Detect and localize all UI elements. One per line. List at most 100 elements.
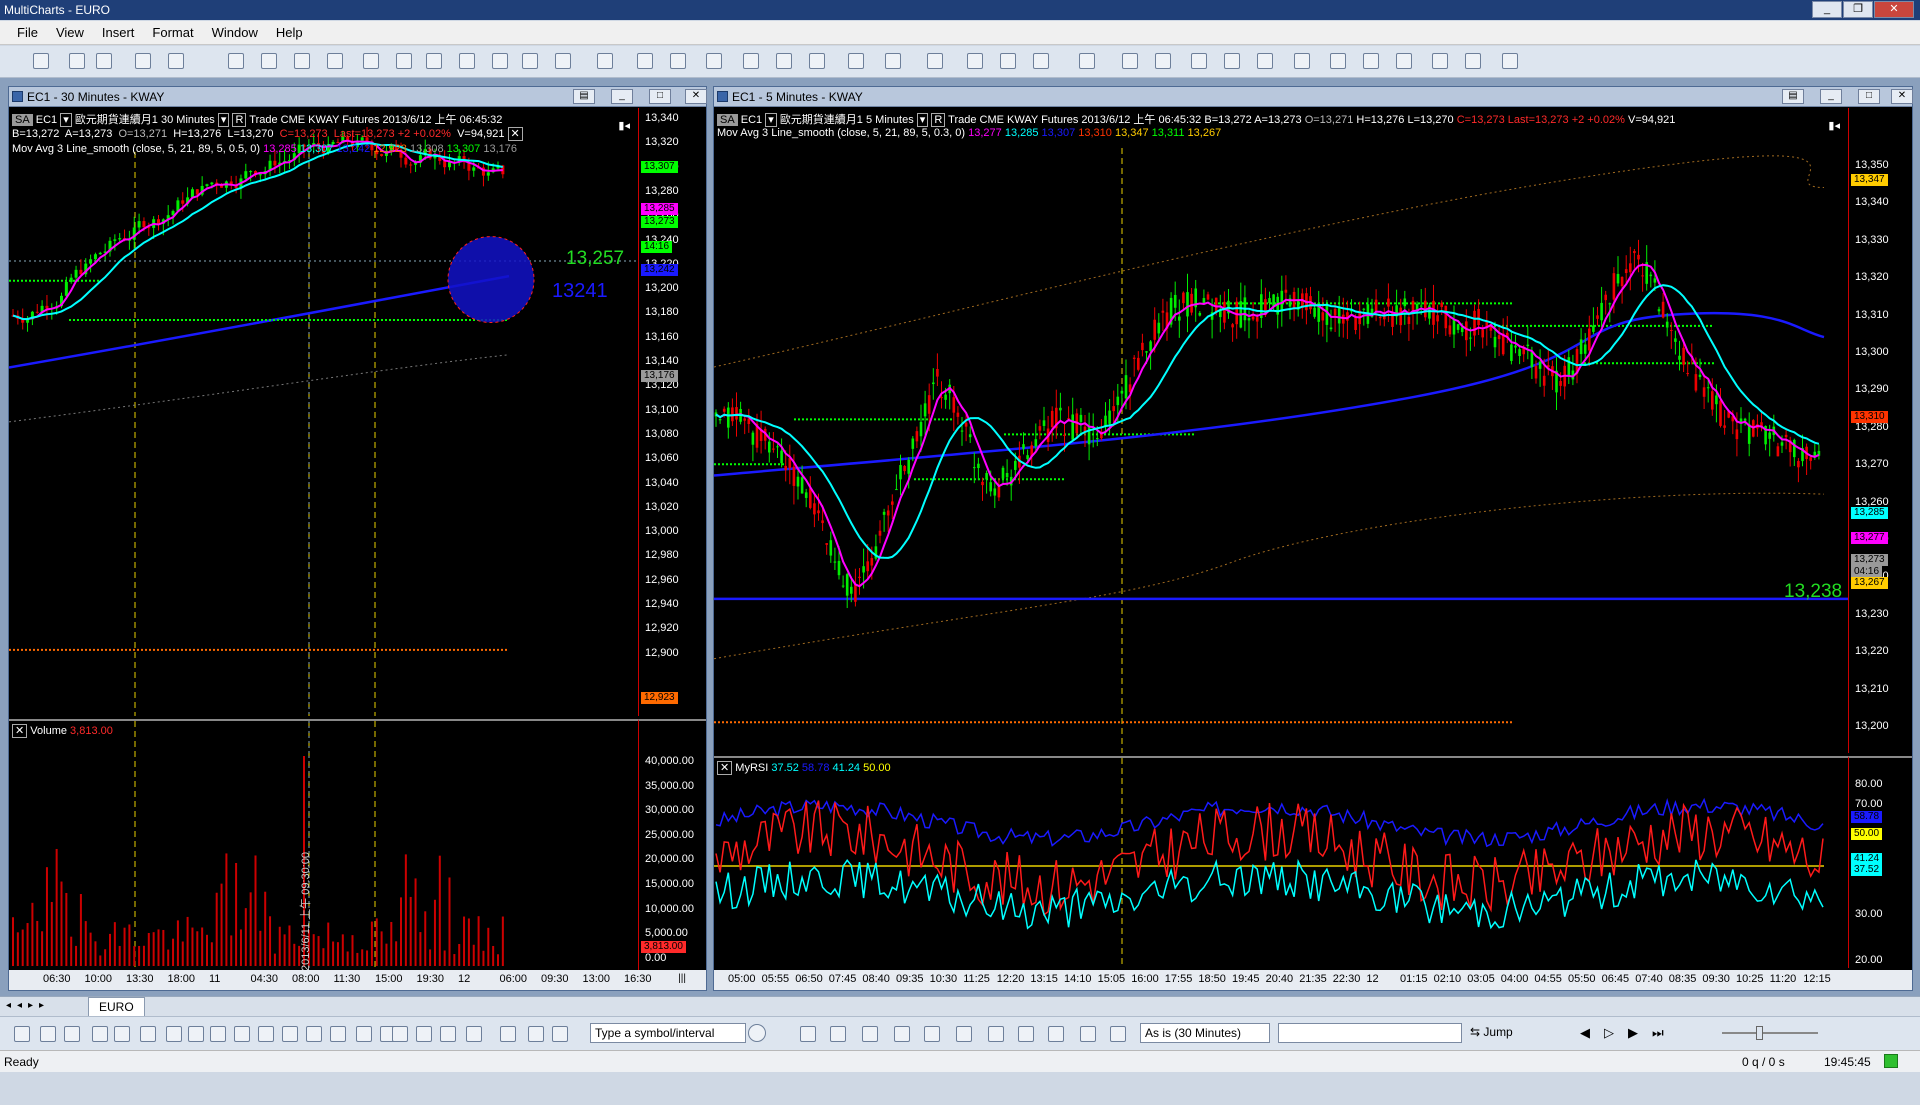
link-icon[interactable]: [1432, 53, 1449, 69]
drawing-tool-icon[interactable]: [92, 1026, 108, 1042]
close-button[interactable]: ✕: [1874, 1, 1914, 18]
price-pane[interactable]: SA EC1 ▾ 歐元期貨連續月1 5 Minutes ▾ R Trade CM…: [714, 108, 1848, 753]
dropdown-icon[interactable]: [95, 53, 112, 69]
chart-tool-icon[interactable]: [862, 1026, 878, 1042]
insert-chart-icon[interactable]: [227, 53, 244, 69]
drawing-tool-icon[interactable]: [306, 1026, 322, 1042]
ohlc-icon[interactable]: [670, 53, 686, 69]
chart-minimize-button[interactable]: _: [611, 89, 633, 104]
realtime-tag[interactable]: R: [232, 113, 247, 127]
price-pane[interactable]: SA EC1 ▾ 歐元期貨連續月1 30 Minutes ▾ R Trade C…: [9, 108, 638, 716]
menu-view[interactable]: View: [47, 21, 93, 40]
print-icon[interactable]: [168, 53, 185, 69]
fit-icon[interactable]: [1363, 53, 1379, 69]
date-input[interactable]: [1278, 1023, 1462, 1043]
chart-window-5min[interactable]: EC1 - 5 Minutes - KWAY ▤ _ □ ✕ SA EC1 ▾ …: [713, 86, 1913, 991]
rsi-axis[interactable]: 80.00 70.00 30.00 20.00 58.78 50.00 41.24 37.52: [1848, 756, 1912, 968]
drawing-tool-icon[interactable]: [40, 1026, 56, 1042]
navigation-arrows-icon[interactable]: ◀▷▶⏭: [1580, 1025, 1678, 1041]
layout-1-icon[interactable]: [927, 53, 944, 69]
chart-tool-icon[interactable]: [924, 1026, 940, 1042]
chart-tool-icon[interactable]: [1080, 1026, 1096, 1042]
chart-maximize-button[interactable]: □: [649, 89, 671, 104]
time-axis[interactable]: 06:30 10:00 13:30 18:00 11 04:30 08:00 11:30 15:…: [9, 970, 706, 990]
chart-maximize-button[interactable]: □: [1858, 89, 1880, 104]
indicator-line[interactable]: Mov Avg 3 Line_smooth (close, 5, 21, 89,…: [12, 143, 517, 155]
chart-close-button[interactable]: ✕: [1891, 89, 1913, 104]
chart-tool-icon[interactable]: [800, 1026, 816, 1042]
chart-format-button[interactable]: ▤: [573, 89, 595, 104]
new-chart-icon[interactable]: [33, 53, 50, 69]
insert-scanner-icon[interactable]: [260, 53, 277, 69]
chart-format-button[interactable]: ▤: [1782, 89, 1804, 104]
cursor-icon[interactable]: [848, 53, 865, 69]
playback-icon[interactable]: [1122, 53, 1139, 69]
drawing-tool-icon[interactable]: [114, 1026, 130, 1042]
back-icon[interactable]: [1155, 53, 1172, 69]
zoom-slider-thumb[interactable]: [1756, 1026, 1763, 1040]
heikin-icon[interactable]: [706, 53, 723, 69]
chart-minimize-button[interactable]: _: [1820, 89, 1842, 104]
data-window-icon[interactable]: [1033, 53, 1049, 69]
chart-tool-icon[interactable]: [1048, 1026, 1064, 1042]
price-axis[interactable]: 13,350 13,340 13,330 13,320 13,310 13,300 13,2…: [1848, 108, 1912, 753]
drawing-tool-icon[interactable]: [210, 1026, 226, 1042]
menu-help[interactable]: Help: [267, 21, 312, 40]
drawing-tool-icon[interactable]: [188, 1026, 204, 1042]
color-icon[interactable]: [1465, 53, 1482, 69]
drawing-tool-icon[interactable]: [500, 1026, 516, 1042]
layout-2-icon[interactable]: [967, 53, 983, 69]
jump-button[interactable]: ⇆ Jump: [1470, 1025, 1513, 1039]
drawing-tool-icon[interactable]: [330, 1026, 346, 1042]
insert-order-icon[interactable]: [326, 53, 343, 69]
close-icon[interactable]: ✕: [12, 724, 28, 738]
insert-dom-icon[interactable]: [293, 53, 310, 69]
volume-pane[interactable]: ✕ Volume 3,813.00 2013/6/11 上午 09:30:00: [9, 719, 638, 970]
drawing-tool-icon[interactable]: [392, 1026, 408, 1042]
rsi-pane[interactable]: ✕ MyRSI 37.52 58.78 41.24 50.00: [714, 756, 1848, 968]
symbol-tag[interactable]: SA: [717, 114, 738, 126]
drawing-icon[interactable]: [491, 53, 508, 69]
drawing-tool-icon[interactable]: [166, 1026, 182, 1042]
minimize-button[interactable]: _: [1812, 1, 1842, 18]
chart-tool-icon[interactable]: [1110, 1026, 1126, 1042]
search-icon[interactable]: [748, 1024, 766, 1042]
chart-tool-icon[interactable]: [956, 1026, 972, 1042]
drawing-tool-icon[interactable]: [356, 1026, 372, 1042]
tab-euro[interactable]: EURO: [88, 997, 145, 1016]
zoom-in-icon[interactable]: [1224, 53, 1241, 69]
drawing-tool-icon[interactable]: [234, 1026, 250, 1042]
chart-window-30min[interactable]: EC1 - 30 Minutes - KWAY ▤ _ □ ✕ SA EC1 ▾…: [8, 86, 707, 991]
interval-dropdown-icon[interactable]: ▾: [916, 113, 929, 127]
time-axis[interactable]: 05:00 05:55 06:50 07:45 08:40 09:35 10:30 11:25…: [714, 970, 1912, 990]
drawing-tool-icon[interactable]: [416, 1026, 432, 1042]
strategy-icon[interactable]: [425, 53, 442, 69]
close-icon[interactable]: ✕: [507, 127, 523, 141]
bars-icon[interactable]: [554, 53, 571, 69]
forward-icon[interactable]: [1191, 53, 1208, 69]
chart-tool-icon[interactable]: [830, 1026, 846, 1042]
insert-window-icon[interactable]: [363, 53, 380, 69]
candles-icon[interactable]: [597, 53, 614, 69]
hand-icon[interactable]: [1501, 53, 1518, 69]
scroll-left-icon[interactable]: [1293, 53, 1310, 69]
format-icon[interactable]: [458, 53, 475, 69]
menu-window[interactable]: Window: [203, 21, 267, 40]
chart-tool-icon[interactable]: [894, 1026, 910, 1042]
status-icon[interactable]: [1079, 53, 1096, 69]
chart-close-button[interactable]: ✕: [685, 89, 707, 104]
volume-axis[interactable]: 40,000.00 35,000.00 30,000.00 25,000.00 20,0…: [638, 719, 706, 970]
chart-tool-icon[interactable]: [1018, 1026, 1034, 1042]
menu-insert[interactable]: Insert: [93, 21, 144, 40]
drawing-tool-icon[interactable]: [440, 1026, 456, 1042]
crosshair-icon[interactable]: [884, 53, 901, 69]
layout-3-icon[interactable]: [1000, 53, 1016, 69]
open-icon[interactable]: [69, 53, 86, 69]
chart-tool-icon[interactable]: [988, 1026, 1004, 1042]
symbol-dropdown-icon[interactable]: ▾: [60, 113, 72, 127]
close-icon[interactable]: ✕: [717, 761, 733, 775]
restore-button[interactable]: ❐: [1843, 1, 1873, 18]
drawing-tool-icon[interactable]: [258, 1026, 274, 1042]
pane-scroll-icon[interactable]: ▮◂: [618, 119, 630, 132]
pane-scroll-icon[interactable]: ▮◂: [1828, 119, 1840, 132]
